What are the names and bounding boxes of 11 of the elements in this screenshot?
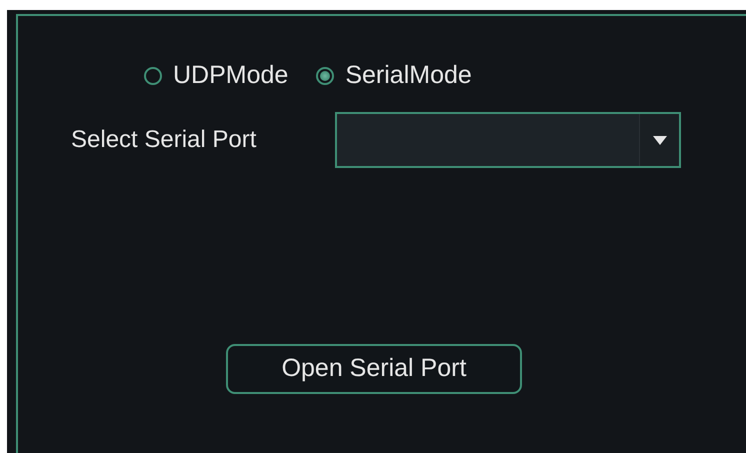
radio-label: SerialMode [345,60,472,92]
dropdown-arrow-button[interactable] [639,114,679,166]
radio-button[interactable] [144,67,162,85]
radio-option[interactable]: UDPMode [144,57,288,95]
serial-port-dropdown[interactable] [335,112,681,168]
open-serial-port-button[interactable]: Open Serial Port [226,344,522,394]
radio-label: UDPMode [173,60,288,92]
caret-icon [652,136,666,144]
radio-button[interactable] [316,67,334,85]
radio-option[interactable]: SerialMode [316,57,472,95]
field-label: Select Serial Port [71,125,258,155]
